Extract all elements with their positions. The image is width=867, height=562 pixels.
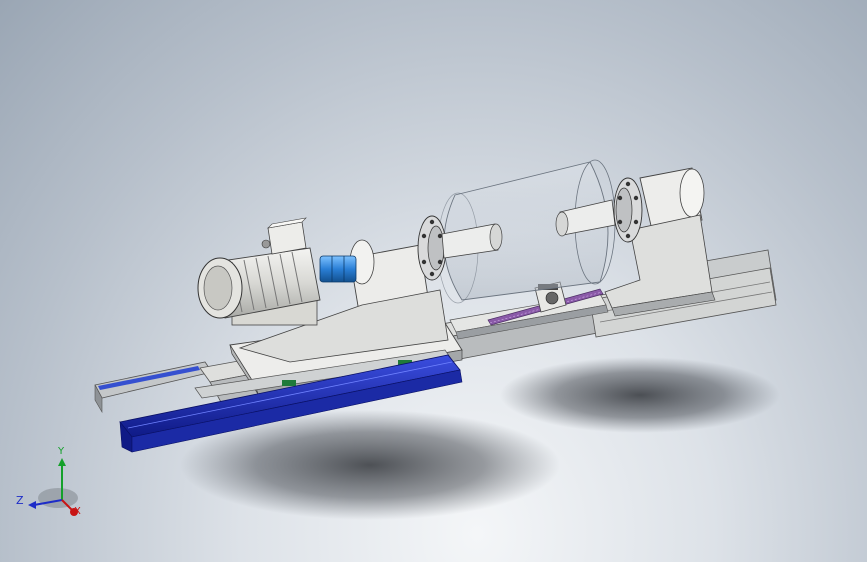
linear-rail-back[interactable] bbox=[94, 361, 213, 414]
left-flange[interactable] bbox=[417, 215, 447, 281]
motor-terminal-box[interactable] bbox=[261, 217, 307, 255]
right-flange[interactable] bbox=[613, 177, 643, 243]
y-axis-label: Y bbox=[58, 446, 65, 457]
x-axis-label: X bbox=[74, 506, 81, 517]
coupling[interactable] bbox=[319, 255, 357, 283]
cad-viewport[interactable]: Z Y X bbox=[0, 0, 867, 562]
z-axis-label: Z bbox=[16, 494, 24, 507]
floor-shadow bbox=[500, 357, 780, 433]
cad-model[interactable] bbox=[0, 0, 867, 562]
motor[interactable] bbox=[197, 247, 321, 326]
orientation-triad[interactable] bbox=[28, 458, 78, 516]
